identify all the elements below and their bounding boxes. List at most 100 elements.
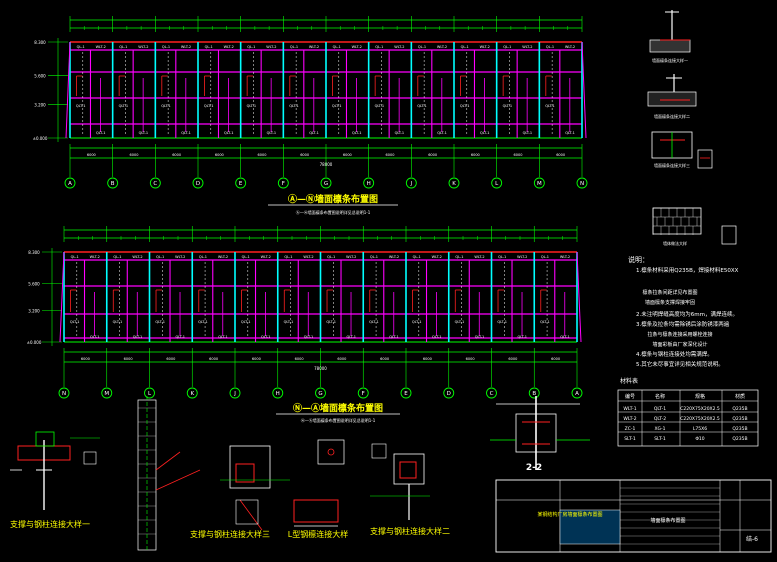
table-header: 材质 (735, 393, 745, 400)
dim-text: 6000 (466, 357, 475, 361)
dim-text: 6000 (209, 357, 218, 361)
girt-label: WLT-2 (309, 45, 319, 49)
girt-label: QL-1 (71, 255, 79, 259)
girt-label: QLT-1 (113, 320, 123, 324)
plan-title-2: Ⓝ—Ⓐ墙面檩条布置图 (293, 402, 383, 414)
axis-label: M (537, 181, 542, 187)
axis-label: H (276, 391, 280, 397)
axis-label: C (490, 391, 494, 397)
girt-label: WLT-2 (565, 45, 575, 49)
note-5: 5.其它未尽事宜详见相关规范说明。 (636, 360, 724, 368)
girt-label: QLT-1 (326, 320, 336, 324)
girt-label: QLT-1 (460, 104, 470, 108)
detail-caption-3: L型钢檩连接大样 (288, 529, 348, 539)
level-label: 3.200 (28, 309, 40, 314)
girt-label: QLT-1 (417, 104, 427, 108)
table-cell: WLT-1 (623, 406, 636, 412)
table-header: 编号 (625, 393, 635, 400)
cad-drawing-canvas: 8.300 5.600 3.200 ±0.000 QL-1 WLT-2 QLT-1 QLT-1… (10, 10, 772, 553)
girt-label: QLT-1 (389, 335, 399, 339)
girt-label: WLT-2 (437, 45, 447, 49)
girt-label: QLT-1 (497, 320, 507, 324)
dim-text: 6000 (215, 153, 224, 157)
titleblock-sheet: 结-6 (746, 535, 758, 543)
axis-label: H (367, 181, 371, 187)
axis-label: A (68, 181, 72, 187)
girt-label: WLT-2 (175, 255, 185, 259)
connection-frame (393, 453, 425, 485)
dim-text: 6000 (87, 153, 96, 157)
girt-label: WLT-2 (389, 255, 399, 259)
girt-label: QLT-1 (241, 320, 251, 324)
girt-label: QLT-1 (304, 335, 314, 339)
plan-subnote: Ⓝ—Ⓐ墙面檩条布置图说明详见总说明1-1 (301, 417, 376, 423)
level-label: 3.200 (34, 102, 46, 107)
brace-line (155, 469, 201, 491)
girt-label: WLT-2 (132, 255, 142, 259)
table-header: 名称 (655, 393, 665, 400)
gusset-plate (399, 461, 417, 479)
girt-label: QLT-1 (369, 320, 379, 324)
axis-label: C (153, 181, 157, 187)
girt-label: QLT-1 (503, 104, 513, 108)
girt-label: QL-1 (546, 45, 554, 49)
note-line: 拉条与檩条连接采用螺栓连接 (647, 331, 712, 338)
girt-label: QL-1 (498, 255, 506, 259)
dim-text: 6000 (130, 153, 139, 157)
girt-label: QLT-1 (267, 131, 277, 135)
girt-label: QL-1 (541, 255, 549, 259)
girt-label: QLT-1 (523, 131, 533, 135)
bolt-detail (371, 443, 387, 459)
girt-label: QLT-1 (224, 131, 234, 135)
girt-label: QLT-1 (432, 335, 442, 339)
girt-label: QLT-1 (480, 131, 490, 135)
table-cell: QLT-2 (654, 416, 666, 422)
girt-label: QL-1 (333, 45, 341, 49)
girt-label: QL-1 (247, 45, 255, 49)
section-label: 2-2 (526, 463, 542, 473)
axis-label: D (447, 391, 451, 397)
dim-text: 6000 (423, 357, 432, 361)
girt-label: QL-1 (461, 45, 469, 49)
axis-label: A (575, 391, 579, 397)
girt-label: QL-1 (199, 255, 207, 259)
girt-label: QL-1 (503, 45, 511, 49)
note-highlight: 檩条安装前必须先安装好拉条 (637, 279, 702, 286)
detail-caption-small: 墙面檩条连接大样三 (654, 162, 690, 168)
brace-line (155, 451, 181, 471)
girt-label: QLT-1 (437, 131, 447, 135)
table-cell: ZC-1 (625, 426, 636, 432)
plan-subnote: Ⓐ—Ⓝ墙面檩条布置图说明详见总说明1-1 (296, 209, 371, 215)
notes-heading: 说明： (628, 255, 649, 264)
table-cell: C220X75X20X2.5 (680, 406, 720, 412)
dim-text: 6000 (551, 357, 560, 361)
axis-label: N (62, 391, 66, 397)
girt-label: WLT-2 (432, 255, 442, 259)
bolt-hole (327, 448, 335, 456)
bolt-detail (317, 439, 345, 465)
girt-label: QLT-1 (375, 104, 385, 108)
plan-title-1: Ⓐ—Ⓝ墙面檩条布置图 (288, 193, 378, 205)
dim-text: 6000 (514, 153, 523, 157)
girt-label: WLT-2 (346, 255, 356, 259)
girt-label: QL-1 (455, 255, 463, 259)
girt-label: QLT-1 (545, 104, 555, 108)
girt-label: WLT-2 (224, 45, 234, 49)
girt-label: QL-1 (113, 255, 121, 259)
girt-label: WLT-2 (560, 255, 570, 259)
girt-label: QLT-1 (247, 104, 257, 108)
dim-text: 6000 (258, 153, 267, 157)
axis-label: F (362, 391, 365, 397)
girt-label: WLT-2 (90, 255, 100, 259)
axis-label: G (318, 391, 322, 397)
axis-label: F (282, 181, 285, 187)
l-girt-plate (293, 499, 339, 523)
girt-label: WLT-2 (352, 45, 362, 49)
girt-label: WLT-2 (138, 45, 148, 49)
girt-label: QLT-1 (332, 104, 342, 108)
girt-label: WLT-2 (96, 45, 106, 49)
girt-label: QL-1 (77, 45, 85, 49)
dim-total: 78000 (314, 366, 327, 371)
girt-label: QL-1 (418, 45, 426, 49)
girt-label: QLT-1 (347, 335, 357, 339)
